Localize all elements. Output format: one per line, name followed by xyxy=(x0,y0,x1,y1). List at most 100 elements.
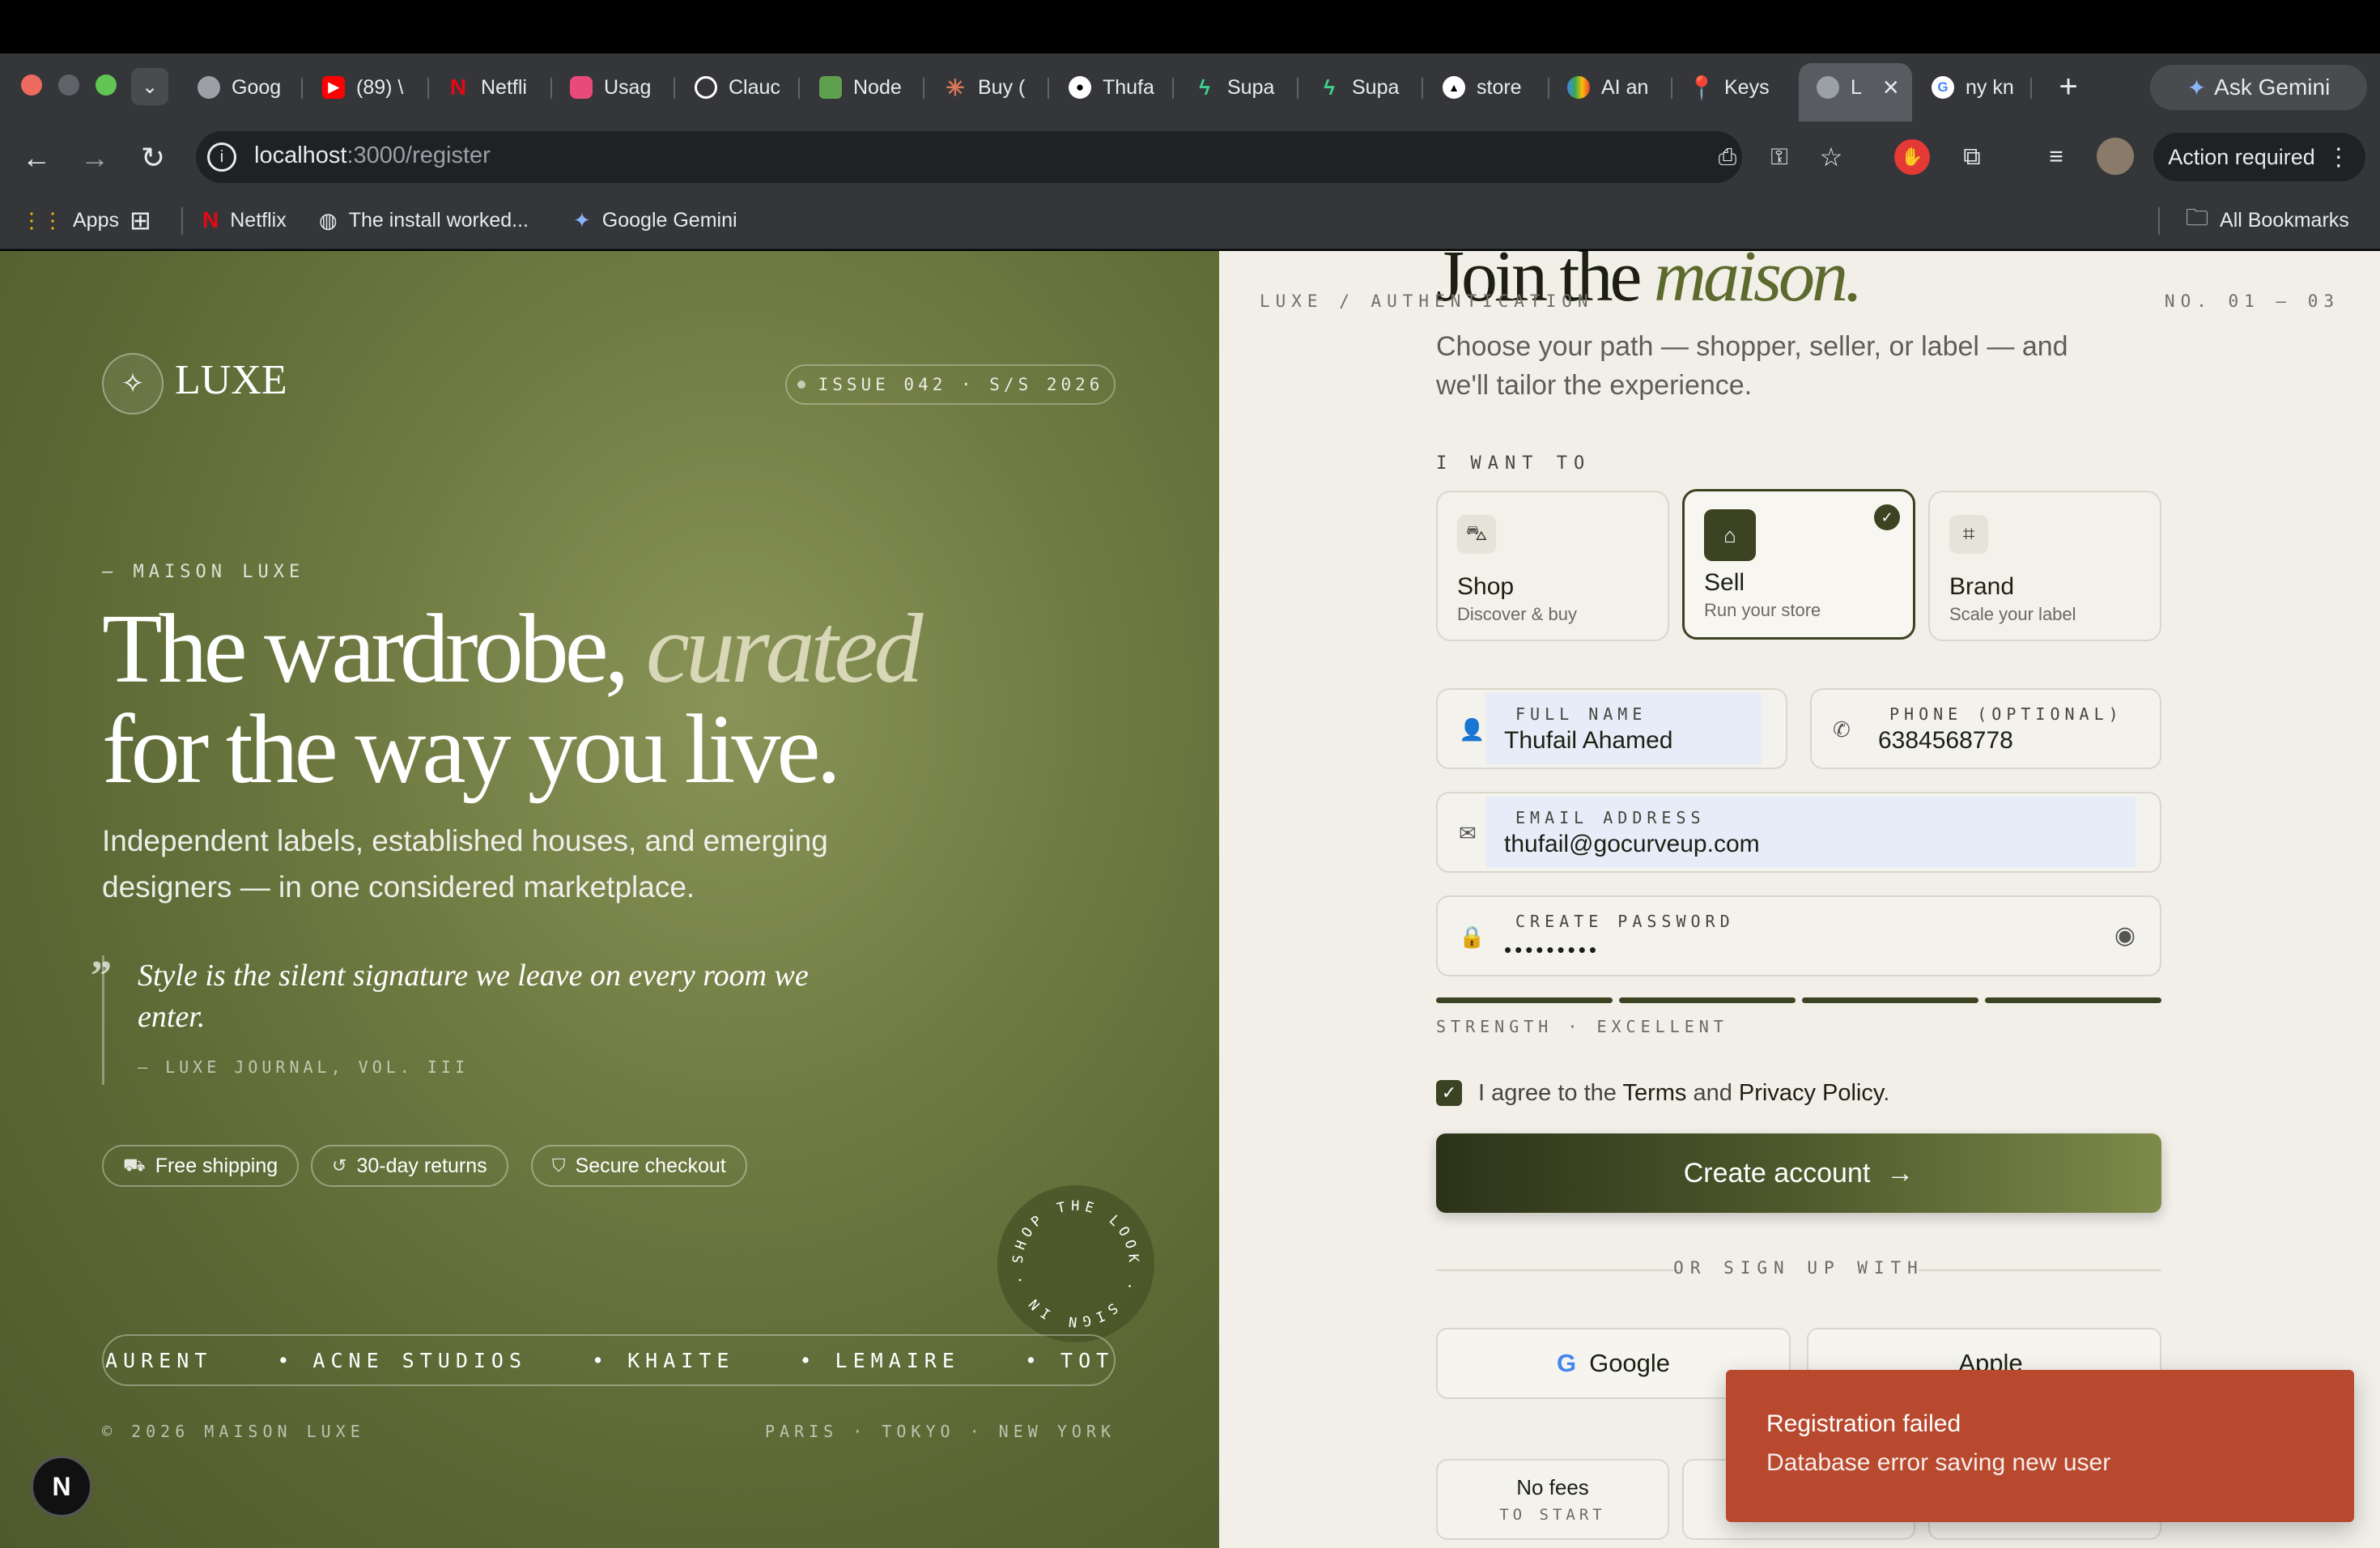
issue-label: ISSUE 042 · S/S 2026 xyxy=(818,375,1104,394)
tab-7[interactable]: ✳ Buy ( xyxy=(944,71,1049,104)
chip-label: 30-day returns xyxy=(356,1154,487,1177)
tab-9[interactable]: ϟ Supa xyxy=(1193,71,1298,104)
register-panel: Join the maison. LUXE / AUTHENTICATION N… xyxy=(1219,251,2380,1548)
tab-label: Keys xyxy=(1724,75,1770,99)
field-value[interactable]: ••••••••• xyxy=(1504,938,1600,963)
password-key-icon[interactable]: ⚿ xyxy=(1762,141,1797,173)
all-bookmarks[interactable]: 🗀 All Bookmarks xyxy=(2186,204,2349,236)
agree-and: and xyxy=(1686,1080,1739,1106)
bookmark-label: Apps xyxy=(73,208,119,232)
close-window-button[interactable] xyxy=(21,74,42,96)
tab-search-chevron-icon[interactable]: ⌄ xyxy=(131,68,168,105)
nextjs-dev-badge[interactable]: N xyxy=(31,1456,92,1517)
new-tab-button[interactable]: + xyxy=(2050,68,2087,105)
url-text[interactable]: localhost:3000/register xyxy=(254,142,491,169)
apps-grid-icon: ⋮⋮ xyxy=(21,207,63,232)
zoom-window-button[interactable] xyxy=(96,74,117,96)
email-field[interactable]: ✉ EMAIL ADDRESS thufail@gocurveup.com xyxy=(1436,792,2161,873)
action-required-label: Action required xyxy=(2168,144,2315,169)
eye-icon[interactable]: ◉ xyxy=(2114,921,2136,950)
tab-5[interactable]: Clauc xyxy=(695,71,800,104)
active-tab-content[interactable]: L × xyxy=(1817,71,1904,104)
role-title: Brand xyxy=(1949,573,2015,600)
role-option-shop[interactable]: ⛍ Shop Discover & buy xyxy=(1436,491,1669,641)
tab-8[interactable]: ● Thufa xyxy=(1069,71,1174,104)
tab-12[interactable]: AI an xyxy=(1567,71,1672,104)
phone-icon: ✆ xyxy=(1833,717,1851,742)
role-option-sell[interactable]: ⌂ ✓ Sell Run your store xyxy=(1682,489,1915,640)
forward-arrow-icon[interactable]: → xyxy=(76,139,113,176)
tab-label: ny kn xyxy=(1966,75,2014,99)
hero-panel: ✧ LUXE ISSUE 042 · S/S 2026 — MAISON LUX… xyxy=(0,251,1219,1548)
role-option-brand[interactable]: ⌗ Brand Scale your label xyxy=(1928,491,2161,641)
tab-14[interactable]: Gny kn xyxy=(1932,71,2032,104)
tab-11[interactable]: ▲ store xyxy=(1443,71,1549,104)
create-account-button[interactable]: Create account → xyxy=(1436,1133,2161,1213)
back-arrow-icon[interactable]: ← xyxy=(18,139,55,176)
error-toast[interactable]: Registration failed Database error savin… xyxy=(1726,1370,2354,1522)
agree-checkbox[interactable]: ✓ xyxy=(1436,1080,1462,1106)
folder-icon: 🗀 xyxy=(2186,205,2209,230)
tab-label: Supa xyxy=(1227,75,1275,99)
field-value[interactable]: thufail@gocurveup.com xyxy=(1504,831,1760,858)
tab-10[interactable]: ϟ Supa xyxy=(1318,71,1423,104)
bookmark-apps[interactable]: ⋮⋮ Apps xyxy=(21,204,119,236)
maps-pin-icon: 📍 xyxy=(1690,74,1716,100)
action-required-button[interactable]: Action required ⋮ xyxy=(2153,133,2365,181)
perk-card: No fees TO START xyxy=(1436,1459,1669,1540)
brand-item: • ACNE STUDIOS xyxy=(277,1348,528,1372)
bookmark-star-icon[interactable]: ☆ xyxy=(1813,141,1849,173)
tab-6[interactable]: Node xyxy=(819,71,924,104)
bookmark-gemini[interactable]: ✦ Google Gemini xyxy=(573,204,737,236)
tab-label: (89) \ xyxy=(356,75,404,99)
field-value[interactable]: Thufail Ahamed xyxy=(1504,727,1672,755)
tab-3[interactable]: N Netfli xyxy=(447,71,552,104)
youtube-icon: ▶ xyxy=(322,76,345,99)
brand-logo[interactable]: LUXE xyxy=(175,356,287,404)
tab-groups-icon[interactable]: ⊞ xyxy=(130,204,151,236)
extensions-puzzle-icon[interactable]: ⧉ xyxy=(1954,139,1990,175)
close-tab-icon[interactable]: × xyxy=(1883,72,1899,104)
shop-the-look-badge[interactable]: SHOP THE LOOK · SIGN IN · xyxy=(997,1185,1154,1342)
truck-icon: ⛟ xyxy=(123,1154,146,1175)
brand-item: AURENT xyxy=(105,1348,213,1372)
openai-icon xyxy=(695,76,717,99)
tab-label: Supa xyxy=(1352,75,1400,99)
phone-field[interactable]: ✆ PHONE (OPTIONAL) 6384568778 xyxy=(1810,688,2161,769)
password-field[interactable]: 🔒 CREATE PASSWORD ••••••••• ◉ xyxy=(1436,895,2161,976)
netflix-icon: N xyxy=(449,74,467,100)
minimize-window-button[interactable] xyxy=(58,74,79,96)
bookmark-install-worked[interactable]: ◍ The install worked... xyxy=(319,204,529,236)
brand-item: • LEMAIRE xyxy=(799,1348,960,1372)
tab-label: store xyxy=(1477,75,1522,99)
extension-hand-icon[interactable]: ✋ xyxy=(1894,139,1930,175)
full-name-field[interactable]: 👤 FULL NAME Thufail Ahamed xyxy=(1436,688,1787,769)
tab-separator xyxy=(923,78,924,99)
install-app-icon[interactable]: ⎙ xyxy=(1710,141,1745,173)
tab-separator xyxy=(1671,78,1672,99)
agree-pre: I agree to the xyxy=(1478,1080,1623,1106)
privacy-link[interactable]: Privacy Policy xyxy=(1739,1080,1883,1106)
strength-segment xyxy=(1802,997,1978,1003)
tab-1[interactable]: Goog xyxy=(198,71,303,104)
eyebrow: — MAISON LUXE xyxy=(102,562,305,582)
strength-label: STRENGTH · EXCELLENT xyxy=(1436,1017,1728,1036)
media-controls-icon[interactable]: ≡ xyxy=(2038,139,2074,175)
tab-separator xyxy=(1172,78,1174,99)
profile-avatar[interactable] xyxy=(2097,138,2134,175)
chip-label: Secure checkout xyxy=(575,1154,726,1177)
ask-gemini-button[interactable]: ✦ Ask Gemini xyxy=(2150,65,2367,110)
tab-2[interactable]: ▶ (89) \ xyxy=(322,71,429,104)
site-info-icon[interactable]: i xyxy=(207,142,236,172)
supabase-icon: ϟ xyxy=(1199,74,1210,100)
bookmark-netflix[interactable]: N Netflix xyxy=(202,204,287,236)
svg-text:SHOP THE LOOK · SIGN IN ·: SHOP THE LOOK · SIGN IN · xyxy=(1010,1198,1142,1330)
netflix-icon: N xyxy=(202,207,219,232)
tab-13[interactable]: 📍 Keys xyxy=(1690,71,1796,104)
field-value[interactable]: 6384568778 xyxy=(1878,727,2013,755)
check-circle-icon: ✓ xyxy=(1874,504,1900,530)
terms-link[interactable]: Terms xyxy=(1622,1080,1686,1106)
tab-4[interactable]: Usag xyxy=(570,71,675,104)
footer-cities: PARIS · TOKYO · NEW YORK xyxy=(765,1422,1116,1441)
reload-icon[interactable]: ↻ xyxy=(134,139,172,176)
